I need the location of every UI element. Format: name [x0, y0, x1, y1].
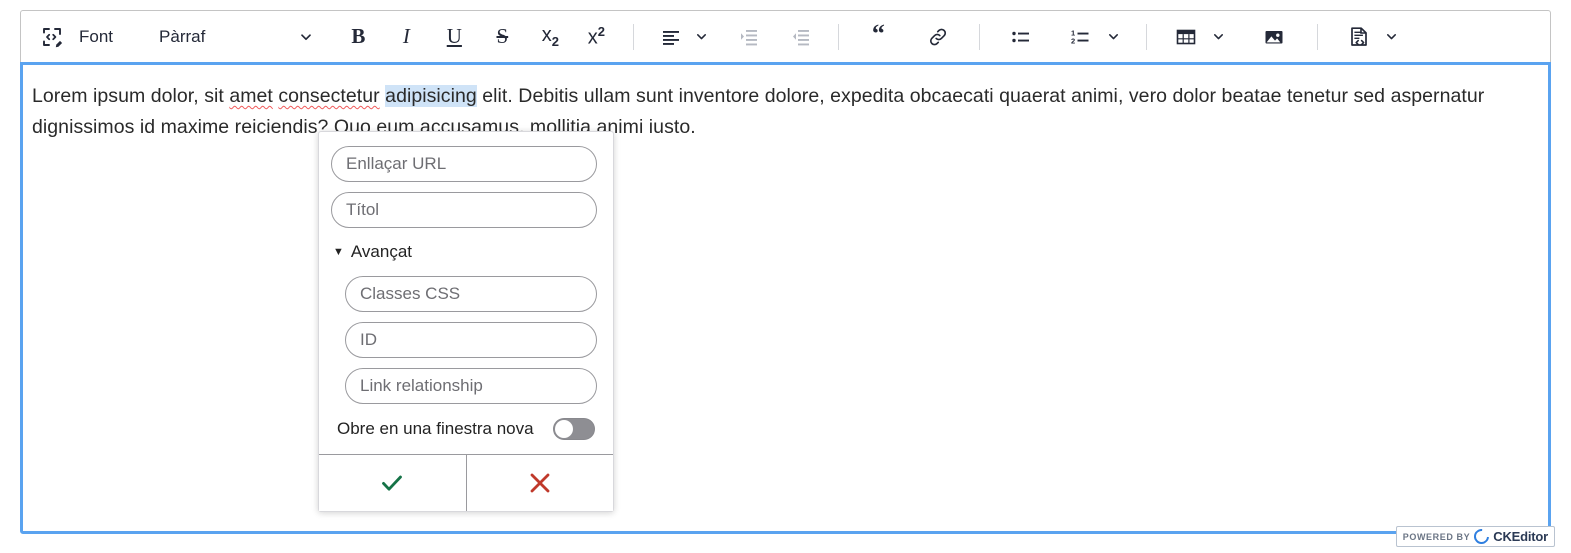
- bulleted-list-button[interactable]: [1002, 18, 1040, 56]
- link-id-row: [319, 312, 613, 358]
- ckeditor-brand-label: CKEditor: [1493, 529, 1548, 544]
- cancel-link-button[interactable]: [466, 455, 613, 511]
- save-link-button[interactable]: [319, 455, 467, 511]
- link-form-balloon: ▼ Avançat Obre en una finestra nova: [318, 131, 614, 512]
- link-css-classes-row: [319, 276, 613, 312]
- link-css-classes-input[interactable]: [345, 276, 597, 312]
- advanced-section-toggle[interactable]: ▼ Avançat: [319, 228, 613, 262]
- svg-text:2: 2: [1071, 36, 1075, 45]
- toolbar-separator: [1146, 23, 1148, 50]
- link-id-input[interactable]: [345, 322, 597, 358]
- editor-toolbar: Font Pàrraf B I U S x2 x2 “ 1 2: [20, 10, 1551, 62]
- open-in-new-window-row: Obre en una finestra nova: [319, 404, 613, 454]
- bold-button[interactable]: B: [339, 18, 377, 56]
- link-form-actions: [319, 454, 613, 511]
- spellcheck-word: amet: [229, 85, 273, 107]
- editor-content-area[interactable]: Lorem ipsum dolor, sit amet consectetur …: [20, 62, 1551, 534]
- ckeditor-logo-icon: [1471, 525, 1493, 548]
- chevron-down-icon: [1205, 30, 1231, 43]
- html-embed-dropdown[interactable]: [1340, 18, 1404, 56]
- doc-text-segment: Lorem ipsum dolor, sit: [32, 85, 230, 107]
- x-icon: [527, 470, 553, 496]
- text-alignment-dropdown[interactable]: [652, 18, 714, 56]
- powered-by-label: POWERED BY: [1402, 531, 1471, 542]
- italic-button[interactable]: I: [387, 18, 425, 56]
- advanced-section-label: Avançat: [350, 242, 413, 261]
- blockquote-button[interactable]: “: [859, 18, 897, 56]
- superscript-button[interactable]: x2: [577, 18, 615, 56]
- chevron-down-icon: [690, 30, 714, 43]
- align-left-icon: [652, 18, 690, 56]
- font-label[interactable]: Font: [71, 27, 121, 47]
- powered-by-badge[interactable]: POWERED BY CKEditor: [1395, 525, 1555, 548]
- link-rel-input[interactable]: [345, 368, 597, 404]
- document-paragraph[interactable]: Lorem ipsum dolor, sit amet consectetur …: [32, 81, 1536, 143]
- toolbar-separator: [838, 23, 840, 50]
- toolbar-separator: [979, 23, 981, 50]
- underline-button[interactable]: U: [435, 18, 473, 56]
- indent-button[interactable]: [730, 18, 768, 56]
- link-url-input[interactable]: [331, 146, 597, 182]
- link-rel-row: [319, 358, 613, 404]
- outdent-button[interactable]: [782, 18, 820, 56]
- table-icon: [1167, 18, 1205, 56]
- html-embed-icon: [1340, 18, 1378, 56]
- source-editing-icon[interactable]: [33, 18, 71, 56]
- numbered-list-icon: 1 2: [1062, 18, 1100, 56]
- selected-text: adipisicing: [385, 85, 477, 107]
- ckeditor-app: Font Pàrraf B I U S x2 x2 “ 1 2 Lorem ip…: [0, 0, 1571, 553]
- strikethrough-button[interactable]: S: [483, 18, 521, 56]
- subscript-button[interactable]: x2: [531, 18, 569, 56]
- paragraph-style-value: Pàrraf: [159, 26, 206, 46]
- paragraph-style-dropdown[interactable]: Pàrraf: [149, 18, 317, 56]
- link-button[interactable]: [919, 18, 957, 56]
- insert-table-dropdown[interactable]: [1167, 18, 1231, 56]
- open-in-new-window-label: Obre en una finestra nova: [337, 419, 534, 438]
- doc-text-segment: elit. Debitis ullam sunt inventore dolor…: [476, 85, 1391, 107]
- chevron-down-icon: [1100, 30, 1126, 43]
- link-form-body: ▼ Avançat Obre en una finestra nova: [319, 132, 613, 511]
- insert-image-button[interactable]: [1255, 18, 1293, 56]
- link-title-row: [319, 182, 613, 228]
- spellcheck-word: consectetur: [278, 85, 380, 107]
- chevron-down-icon: [1378, 30, 1404, 43]
- open-in-new-window-toggle[interactable]: [553, 418, 595, 440]
- toggle-knob: [555, 420, 573, 438]
- numbered-list-dropdown[interactable]: 1 2: [1062, 18, 1126, 56]
- chevron-down-icon: [299, 30, 313, 44]
- toolbar-separator: [1317, 23, 1319, 50]
- advanced-fields-group: [319, 262, 613, 404]
- toolbar-separator: [633, 23, 635, 50]
- link-url-row: [319, 146, 613, 182]
- check-icon: [377, 468, 407, 498]
- caret-down-icon: ▼: [333, 245, 344, 258]
- link-title-input[interactable]: [331, 192, 597, 228]
